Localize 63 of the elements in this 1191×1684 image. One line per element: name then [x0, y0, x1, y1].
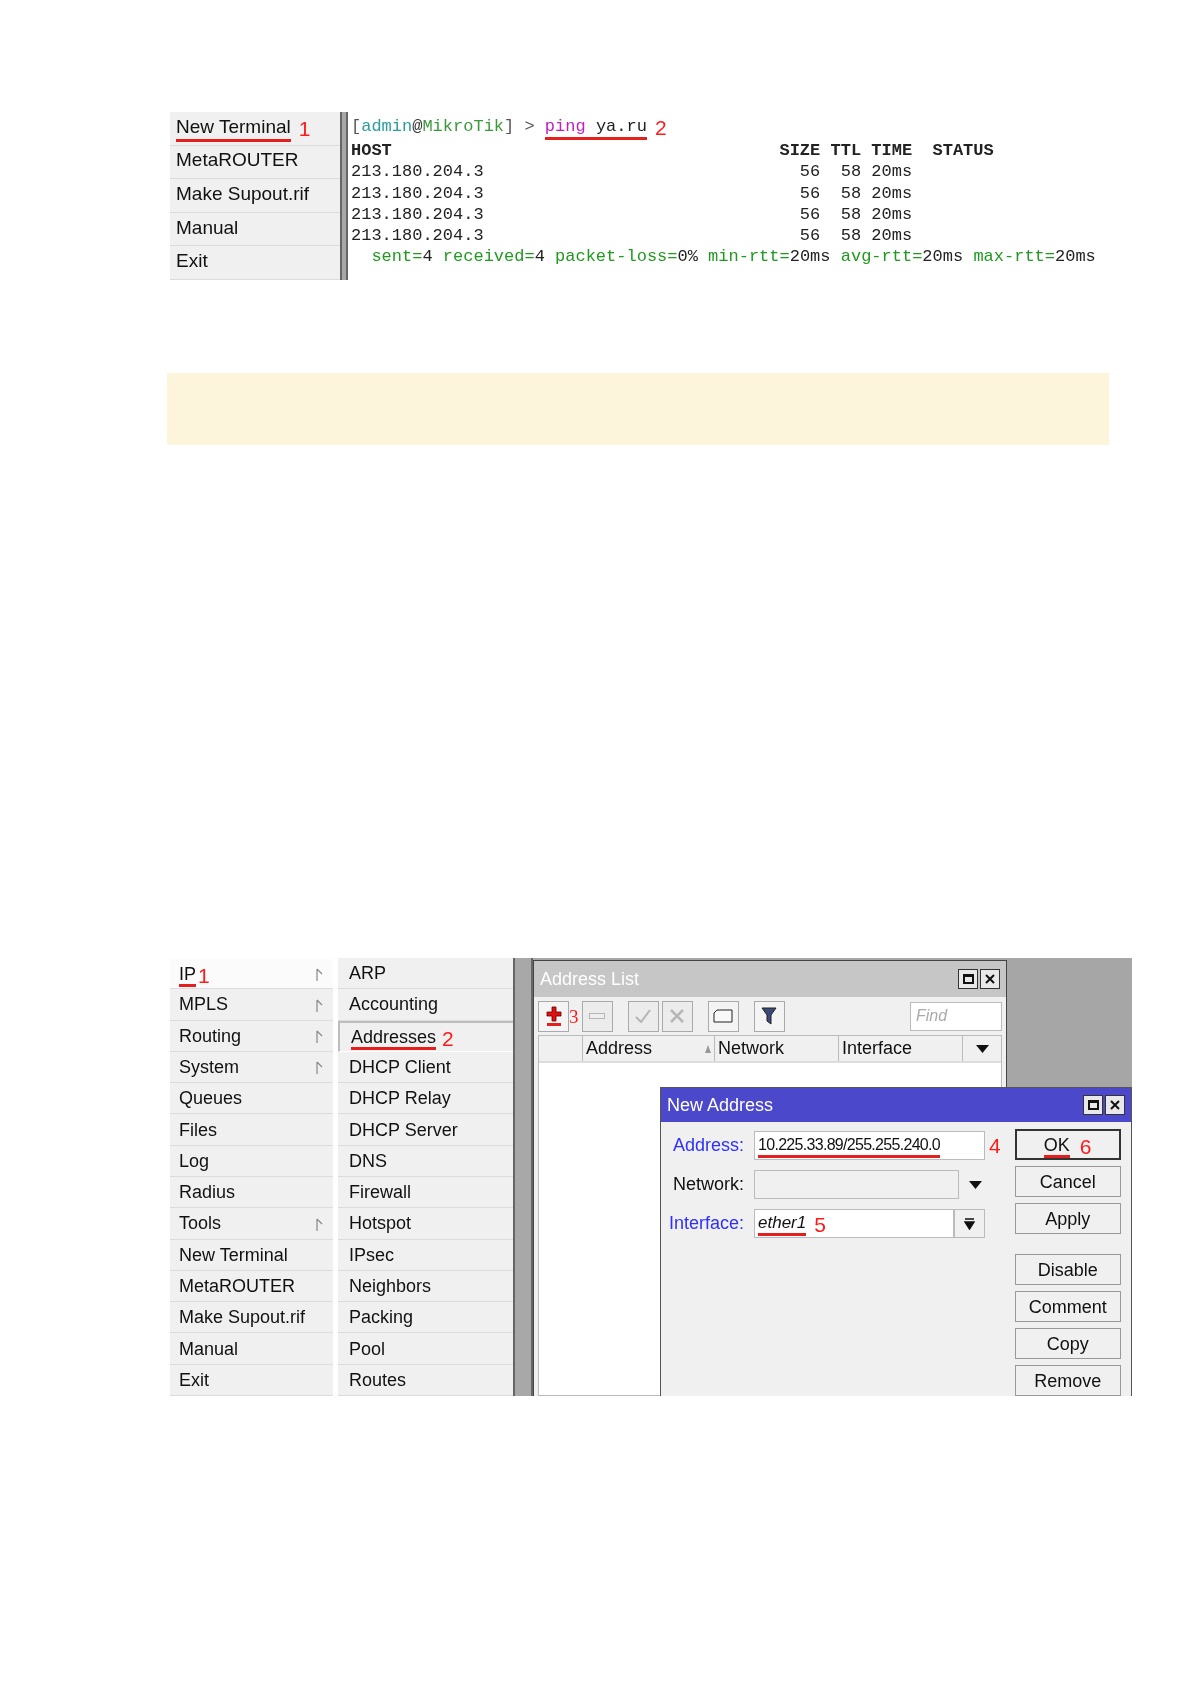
- maximize-button[interactable]: [1083, 1095, 1103, 1115]
- summary-line: sent=4 received=4 packet-loss=0% min-rtt=20ms avg-rtt=20ms max-rtt=20ms: [370, 246, 1097, 268]
- menu-item[interactable]: MetaROUTER: [176, 148, 299, 176]
- dropdown-button[interactable]: [954, 1209, 985, 1238]
- cross-icon: [670, 1009, 684, 1023]
- menu-item[interactable]: Make Supout.rif: [176, 182, 310, 209]
- sort-arrow-icon: [705, 1044, 711, 1053]
- menu-item[interactable]: Manual: [176, 215, 239, 243]
- submenu-arrow-icon: [316, 998, 324, 1013]
- dialog-button[interactable]: Copy: [1014, 1328, 1121, 1359]
- find-field[interactable]: Find: [910, 1001, 1002, 1031]
- annotation-number: 1: [298, 117, 311, 139]
- submenu-arrow-icon: [316, 1217, 324, 1232]
- maximize-button[interactable]: [958, 969, 978, 989]
- dialog-button[interactable]: Disable: [1014, 1254, 1121, 1285]
- check-icon: [635, 1009, 651, 1023]
- output-line: 213.180.204.3 56 58 20ms: [351, 225, 914, 247]
- close-icon: [1110, 1100, 1120, 1110]
- window-title: Address List: [540, 967, 640, 991]
- maximize-icon: [962, 974, 974, 984]
- dialog-button[interactable]: OK 6: [1014, 1129, 1121, 1160]
- column-header[interactable]: Address: [583, 1036, 715, 1061]
- dialog-button[interactable]: Apply: [1014, 1203, 1121, 1234]
- submenu-arrow-icon: [316, 1061, 324, 1076]
- dropdown-arrow-icon: [964, 1217, 975, 1230]
- output-header: HOST SIZE TTL TIME STATUS: [351, 140, 995, 162]
- dialog-button[interactable]: Cancel: [1014, 1166, 1121, 1197]
- annotation-number: 2: [654, 115, 667, 139]
- close-icon: [985, 974, 995, 984]
- dialog-button[interactable]: Comment: [1014, 1291, 1121, 1322]
- submenu-item[interactable]: Addresses 2: [338, 1020, 513, 1052]
- command-line: [admin@MikroTik] > ping ya.ru: [351, 116, 647, 141]
- submenu-arrow-icon: [316, 1030, 324, 1045]
- column-header[interactable]: Interface: [839, 1036, 963, 1061]
- close-button[interactable]: [1105, 1095, 1125, 1115]
- dropdown-arrow-icon[interactable]: [969, 1180, 982, 1189]
- menu-item[interactable]: New Terminal: [176, 114, 291, 142]
- field-label: Interface:: [667, 1212, 744, 1235]
- field-label: Network:: [672, 1173, 744, 1196]
- window-title: New Address: [667, 1093, 774, 1117]
- address-field[interactable]: 10.225.33.89/255.255.240.0: [754, 1131, 985, 1160]
- note-icon: [713, 1009, 733, 1023]
- output-line: 213.180.204.3 56 58 20ms: [351, 182, 914, 204]
- output-line: 213.180.204.3 56 58 20ms: [351, 203, 914, 225]
- annotation-number: 4: [989, 1135, 1001, 1156]
- toolbar-button[interactable]: [538, 1000, 569, 1032]
- menu-item[interactable]: IP 1: [170, 958, 333, 990]
- close-button[interactable]: [980, 969, 1000, 989]
- interface-field[interactable]: ether1 5: [754, 1209, 954, 1238]
- menu-item[interactable]: Exit: [176, 249, 208, 277]
- toolbar-button[interactable]: [753, 1000, 785, 1032]
- submenu-arrow-icon: [316, 968, 324, 983]
- annotation-number: 5: [814, 1214, 826, 1235]
- column-header[interactable]: Network: [715, 1036, 839, 1061]
- plus-icon: [545, 1006, 562, 1022]
- dialog-button[interactable]: Remove: [1014, 1365, 1121, 1396]
- dropdown-arrow-icon: [975, 1044, 989, 1053]
- network-field[interactable]: [754, 1170, 959, 1199]
- minus-icon: [589, 1013, 605, 1019]
- field-label: Address:: [671, 1134, 744, 1157]
- filter-icon: [761, 1007, 777, 1025]
- output-line: 213.180.204.3 56 58 20ms: [351, 161, 914, 183]
- maximize-icon: [1087, 1100, 1099, 1110]
